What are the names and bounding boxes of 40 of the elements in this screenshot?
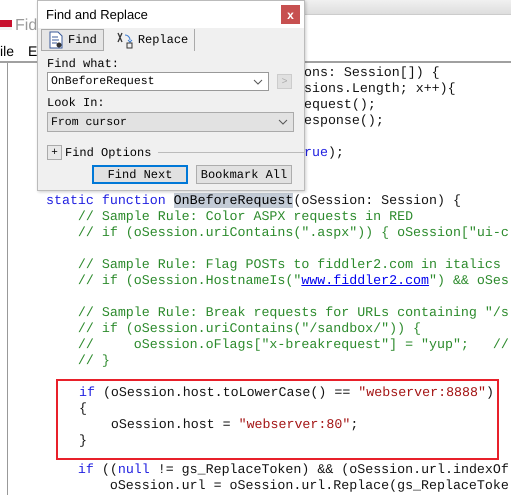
find-what-label: Find what: [47,57,120,72]
find-options-label: Find Options [65,146,152,160]
find-what-field[interactable]: OnBeforeRequest [47,72,270,91]
code-line: } [79,433,87,449]
code-line: // if (oSession.HostnameIs("www.fiddler2.com") && oSes [76,273,509,289]
code-line: // oSession.oFlags["x-breakrequest"] = "yup"; // [76,337,509,353]
chevron-down-icon [278,119,288,125]
code-line: equest(); [304,97,376,113]
find-next-button[interactable]: Find Next [92,165,188,184]
app-title: Fid [15,17,38,35]
close-button[interactable]: x [281,5,300,24]
code-line: ons: Session[]) { [304,65,440,81]
dialog-tab[interactable]: Replace [110,29,196,51]
menu-item[interactable]: E [28,42,38,58]
code-line: oSession.host = "webserver:80"; [110,417,358,433]
expand-toggle[interactable]: + [47,145,62,160]
code-line: oSession.url = oSession.url.Replace(gs_ReplaceToke [108,478,509,494]
swap-icon [116,31,134,49]
dialog-title: Find and Replace [46,7,148,22]
code-line: sions.Length; x++){ [304,81,456,97]
code-line: esponse(); [304,113,384,129]
code-link[interactable]: www.fiddler2.com [301,273,430,288]
code-line: // } [76,353,110,369]
code-line: // Sample Rule: Flag POSTs to fiddler2.com in italics [76,257,501,273]
code-line: { [79,401,87,417]
bookmark-all-button[interactable]: Bookmark All [196,165,292,184]
code-line: if ((null != gs_ReplaceToken) && (oSession.url.indexOf [76,462,509,478]
code-line: // if (oSession.uriContains(".aspx")) { oSession["ui-c [76,225,509,241]
code-line: // Sample Rule: Color ASPX requests in RED [76,209,414,225]
menu-item[interactable]: ile [0,42,14,58]
dialog-tab[interactable]: Find [41,29,104,51]
look-in-select[interactable]: From cursor [47,112,294,132]
document-icon [48,31,64,49]
chevron-down-icon [253,78,264,84]
code-line: static function OnBeforeRequest(oSession: Session) { [46,193,461,209]
look-in-label: Look In: [47,96,106,111]
code-line: rue); [304,145,344,161]
code-line: if (oSession.host.toLowerCase() == "webserver:8888") [79,385,494,401]
code-line: // if (oSession.uriContains("/sandbox/")) { [76,321,422,337]
code-line: // Sample Rule: Break requests for URLs containing "/s [76,305,509,321]
